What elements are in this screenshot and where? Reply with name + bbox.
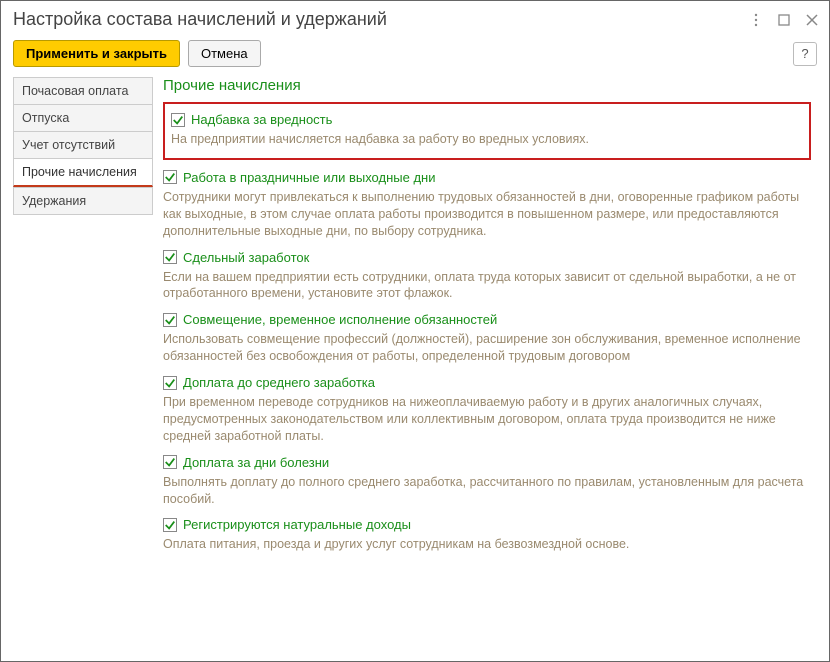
option-label-1: Работа в праздничные или выходные дни [183, 170, 435, 185]
option-label-5: Доплата за дни болезни [183, 455, 329, 470]
option-5: Доплата за дни болезни Выполнять доплату … [163, 455, 811, 508]
option-desc-4: При временном переводе сотрудников на ни… [163, 394, 811, 445]
option-3: Совмещение, временное исполнение обязанн… [163, 312, 811, 365]
option-desc-0: На предприятии начисляется надбавка за р… [171, 131, 799, 148]
checkbox-6[interactable] [163, 518, 177, 532]
checkbox-3[interactable] [163, 313, 177, 327]
option-1: Работа в праздничные или выходные дни Сот… [163, 170, 811, 240]
content-area: Прочие начисления Надбавка за вредностьН… [163, 77, 817, 563]
checkbox-4[interactable] [163, 376, 177, 390]
option-desc-5: Выполнять доплату до полного среднего за… [163, 474, 811, 508]
close-icon[interactable] [805, 13, 819, 27]
option-label-3: Совмещение, временное исполнение обязанн… [183, 312, 497, 327]
sidebar-item-4[interactable]: Удержания [13, 187, 153, 215]
sidebar: Почасовая оплатаОтпускаУчет отсутствийПр… [13, 77, 153, 563]
checkbox-2[interactable] [163, 250, 177, 264]
option-desc-3: Использовать совмещение профессий (должн… [163, 331, 811, 365]
option-desc-6: Оплата питания, проезда и других услуг с… [163, 536, 811, 553]
help-button[interactable]: ? [793, 42, 817, 66]
window-title: Настройка состава начислений и удержаний [13, 9, 749, 30]
option-label-6: Регистрируются натуральные доходы [183, 517, 411, 532]
maximize-icon[interactable] [777, 13, 791, 27]
option-6: Регистрируются натуральные доходы Оплата … [163, 517, 811, 553]
section-title: Прочие начисления [163, 77, 811, 94]
sidebar-item-1[interactable]: Отпуска [13, 104, 153, 131]
option-0: Надбавка за вредность На предприятии начи… [163, 102, 811, 160]
cancel-button[interactable]: Отмена [188, 40, 261, 67]
option-label-2: Сдельный заработок [183, 250, 309, 265]
apply-close-button[interactable]: Применить и закрыть [13, 40, 180, 67]
option-label-0: Надбавка за вредность [191, 112, 332, 127]
option-label-4: Доплата до среднего заработка [183, 375, 375, 390]
option-desc-1: Сотрудники могут привлекаться к выполнен… [163, 189, 811, 240]
kebab-icon[interactable] [749, 13, 763, 27]
sidebar-item-0[interactable]: Почасовая оплата [13, 77, 153, 104]
checkbox-1[interactable] [163, 170, 177, 184]
checkbox-5[interactable] [163, 455, 177, 469]
option-desc-2: Если на вашем предприятии есть сотрудник… [163, 269, 811, 303]
checkbox-0[interactable] [171, 113, 185, 127]
sidebar-item-2[interactable]: Учет отсутствий [13, 131, 153, 158]
sidebar-item-3[interactable]: Прочие начисления [13, 158, 153, 187]
option-2: Сдельный заработок Если на вашем предприя… [163, 250, 811, 303]
option-4: Доплата до среднего заработка При временн… [163, 375, 811, 445]
